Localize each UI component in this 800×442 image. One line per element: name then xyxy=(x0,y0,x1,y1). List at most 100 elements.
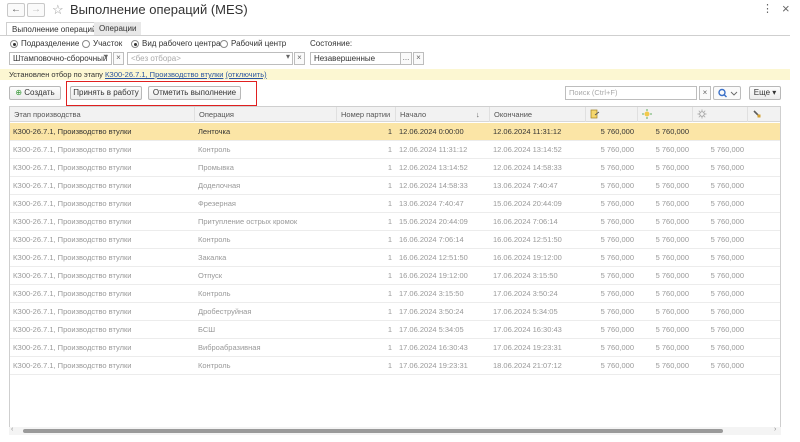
search-input[interactable]: Поиск (Ctrl+F) xyxy=(565,86,697,100)
col-quantity-2[interactable] xyxy=(638,107,693,122)
table-row[interactable]: КЗ00-26.7.1, Производство втулки Дробестр… xyxy=(10,303,780,321)
cell-v3: 5 760,000 xyxy=(710,235,744,244)
cell-v2: 5 760,000 xyxy=(655,307,689,316)
col-batch[interactable]: Номер партии xyxy=(337,107,396,122)
disable-filter-link[interactable]: (отключить) xyxy=(226,70,267,79)
cell-op: Контроль xyxy=(198,235,231,244)
table-row[interactable]: КЗ00-26.7.1, Производство втулки Контроль… xyxy=(10,141,780,159)
table-row[interactable]: КЗ00-26.7.1, Производство втулки Фрезерна… xyxy=(10,195,780,213)
table-row[interactable]: КЗ00-26.7.1, Производство втулки Ленточка… xyxy=(10,123,780,141)
cell-stage: КЗ00-26.7.1, Производство втулки xyxy=(13,361,132,370)
table-row[interactable]: КЗ00-26.7.1, Производство втулки Притупле… xyxy=(10,213,780,231)
radio-subdivision[interactable] xyxy=(10,40,18,48)
table-row[interactable]: КЗ00-26.7.1, Производство втулки Контроль… xyxy=(10,357,780,375)
cell-stage: КЗ00-26.7.1, Производство втулки xyxy=(13,127,132,136)
cell-op: Ленточка xyxy=(198,127,231,136)
cell-stage: КЗ00-26.7.1, Производство втулки xyxy=(13,181,132,190)
cell-v2: 5 760,000 xyxy=(655,145,689,154)
more-button[interactable]: Еще ▾ xyxy=(749,86,781,100)
cell-batch: 1 xyxy=(387,127,392,136)
cell-start: 17.06.2024 5:34:05 xyxy=(399,325,464,334)
filter-stage-link[interactable]: КЗ00-26.7.1, Производство втулки xyxy=(105,70,223,79)
cell-stage: КЗ00-26.7.1, Производство втулки xyxy=(13,253,132,262)
search-clear-button[interactable]: × xyxy=(699,86,711,100)
cell-batch: 1 xyxy=(387,307,392,316)
workcenter-type-field[interactable]: <без отбора> xyxy=(127,52,293,65)
cell-v1: 5 760,000 xyxy=(600,289,634,298)
state-select-button[interactable]: ... xyxy=(400,52,412,65)
favorite-star-icon[interactable]: ☆ xyxy=(52,2,64,18)
cell-v2: 5 760,000 xyxy=(655,163,689,172)
forward-button[interactable]: → xyxy=(27,3,45,17)
operations-table[interactable]: Этап производства Операция Номер партии … xyxy=(9,106,781,428)
scroll-right-icon[interactable]: › xyxy=(774,426,776,433)
cell-v1: 5 760,000 xyxy=(600,127,634,136)
radio-workcenter-type-label: Вид рабочего центра xyxy=(142,39,221,48)
subdivision-dropdown-icon[interactable]: ▾ xyxy=(101,52,111,65)
window-menu-icon[interactable]: ⋮ xyxy=(762,2,773,15)
cell-batch: 1 xyxy=(387,163,392,172)
cell-start: 17.06.2024 3:50:24 xyxy=(399,307,464,316)
col-quantity-3[interactable] xyxy=(693,107,748,122)
table-row[interactable]: КЗ00-26.7.1, Производство втулки Контроль… xyxy=(10,231,780,249)
col-operation[interactable]: Операция xyxy=(195,107,337,122)
state-field[interactable]: Незавершенные xyxy=(310,52,412,65)
subdivision-field[interactable]: Штамповочно-сборочный xyxy=(9,52,112,65)
table-row[interactable]: КЗ00-26.7.1, Производство втулки Закалка 1… xyxy=(10,249,780,267)
cell-v3: 5 760,000 xyxy=(710,181,744,190)
table-row[interactable]: КЗ00-26.7.1, Производство втулки Отпуск 1 1… xyxy=(10,267,780,285)
tab-divider xyxy=(0,35,790,36)
search-button[interactable] xyxy=(713,86,741,100)
state-clear-button[interactable]: × xyxy=(413,52,424,65)
cell-stage: КЗ00-26.7.1, Производство втулки xyxy=(13,289,132,298)
document-icon xyxy=(590,109,600,119)
workcenter-type-clear-button[interactable]: × xyxy=(294,52,305,65)
cell-batch: 1 xyxy=(387,145,392,154)
cell-op: БСШ xyxy=(198,325,216,334)
radio-workcenter[interactable] xyxy=(220,40,228,48)
cell-stage: КЗ00-26.7.1, Производство втулки xyxy=(13,325,132,334)
cell-start: 17.06.2024 19:23:31 xyxy=(399,361,468,370)
cell-v3 xyxy=(693,123,748,141)
cell-end: 17.06.2024 5:34:05 xyxy=(493,307,558,316)
cell-v2: 5 760,000 xyxy=(655,181,689,190)
col-start[interactable]: Начало ↓ xyxy=(396,107,490,122)
filter-notice-text: Установлен отбор по этапу xyxy=(9,70,105,79)
table-row[interactable]: КЗ00-26.7.1, Производство втулки Промывка… xyxy=(10,159,780,177)
radio-section[interactable] xyxy=(82,40,90,48)
cell-op: Фрезерная xyxy=(198,199,236,208)
table-row[interactable]: КЗ00-26.7.1, Производство втулки Виброабр… xyxy=(10,339,780,357)
cell-op: Закалка xyxy=(198,253,227,262)
table-header: Этап производства Операция Номер партии … xyxy=(10,107,780,122)
create-button[interactable]: ⊕ Создать xyxy=(9,86,61,100)
cell-start: 17.06.2024 16:30:43 xyxy=(399,343,468,352)
cell-start: 16.06.2024 19:12:00 xyxy=(399,271,468,280)
table-row[interactable]: КЗ00-26.7.1, Производство втулки Доделочн… xyxy=(10,177,780,195)
cell-op: Контроль xyxy=(198,145,231,154)
workcenter-type-dropdown-icon[interactable]: ▾ xyxy=(283,52,293,65)
table-row[interactable]: КЗ00-26.7.1, Производство втулки БСШ 1 17.0… xyxy=(10,321,780,339)
col-end[interactable]: Окончание xyxy=(490,107,586,122)
horizontal-scrollbar[interactable]: ‹ › xyxy=(9,426,781,435)
sort-desc-icon: ↓ xyxy=(476,110,480,119)
cell-v1: 5 760,000 xyxy=(600,253,634,262)
cell-end: 16.06.2024 19:12:00 xyxy=(493,253,562,262)
back-button[interactable]: ← xyxy=(7,3,25,17)
subdivision-clear-button[interactable]: × xyxy=(113,52,124,65)
cell-stage: КЗ00-26.7.1, Производство втулки xyxy=(13,235,132,244)
cell-stage: КЗ00-26.7.1, Производство втулки xyxy=(13,217,132,226)
create-label: Создать xyxy=(24,88,55,97)
scrollbar-thumb[interactable] xyxy=(23,429,723,433)
close-icon[interactable]: × xyxy=(782,1,790,16)
cell-v1: 5 760,000 xyxy=(600,235,634,244)
col-quantity-1[interactable] xyxy=(586,107,638,122)
tab-operations-execution[interactable]: Выполнение операций xyxy=(6,22,103,36)
col-tool[interactable] xyxy=(748,107,780,122)
table-row[interactable]: КЗ00-26.7.1, Производство втулки Контроль… xyxy=(10,285,780,303)
highlight-frame xyxy=(66,81,257,106)
cell-start: 16.06.2024 12:51:50 xyxy=(399,253,468,262)
radio-workcenter-type[interactable] xyxy=(131,40,139,48)
scroll-left-icon[interactable]: ‹ xyxy=(11,426,13,433)
col-stage[interactable]: Этап производства xyxy=(10,107,195,122)
tab-operations[interactable]: Операции xyxy=(94,22,142,36)
